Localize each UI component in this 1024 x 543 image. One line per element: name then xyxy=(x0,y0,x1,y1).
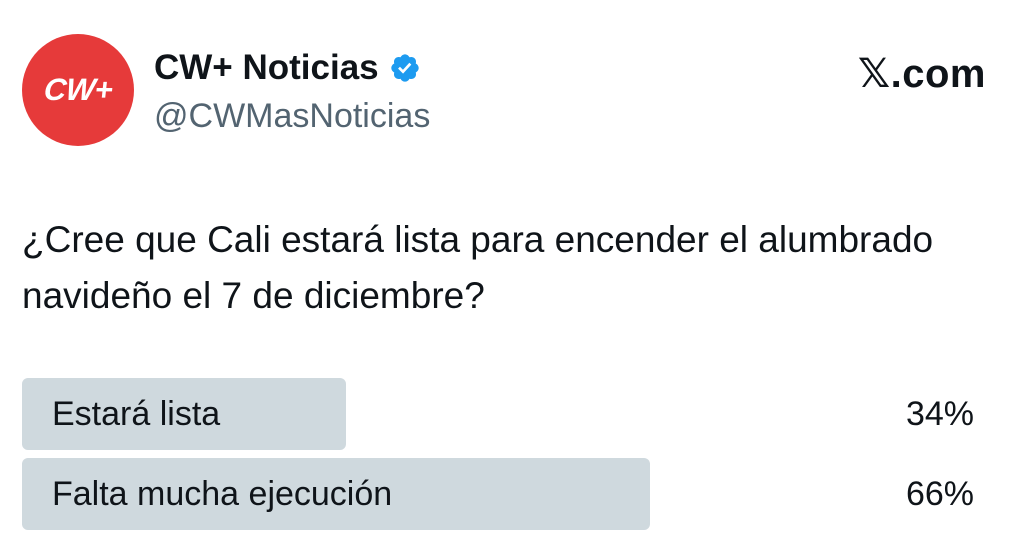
avatar[interactable]: CW+ xyxy=(22,34,134,146)
x-com-label: 𝕏.com xyxy=(857,52,986,96)
account-name-row: CW+ Noticias xyxy=(154,46,421,90)
poll-option-2: Falta mucha ejecución 66% xyxy=(22,458,974,530)
poll-option-label: Estará lista xyxy=(52,395,221,433)
account-handle[interactable]: @CWMasNoticias xyxy=(154,94,430,138)
poll-option-1: Estará lista 34% xyxy=(22,378,974,450)
poll-option-percent: 66% xyxy=(905,475,974,513)
post-question-text: ¿Cree que Cali estará lista para encende… xyxy=(22,219,934,316)
display-name[interactable]: CW+ Noticias xyxy=(154,46,379,90)
poll-option-percent: 34% xyxy=(905,395,974,433)
poll: Estará lista 34% Falta mucha ejecución 6… xyxy=(22,378,974,538)
verified-badge-icon xyxy=(389,52,421,84)
poll-option-label: Falta mucha ejecución xyxy=(52,475,393,513)
avatar-logo-text: CW+ xyxy=(42,72,115,107)
